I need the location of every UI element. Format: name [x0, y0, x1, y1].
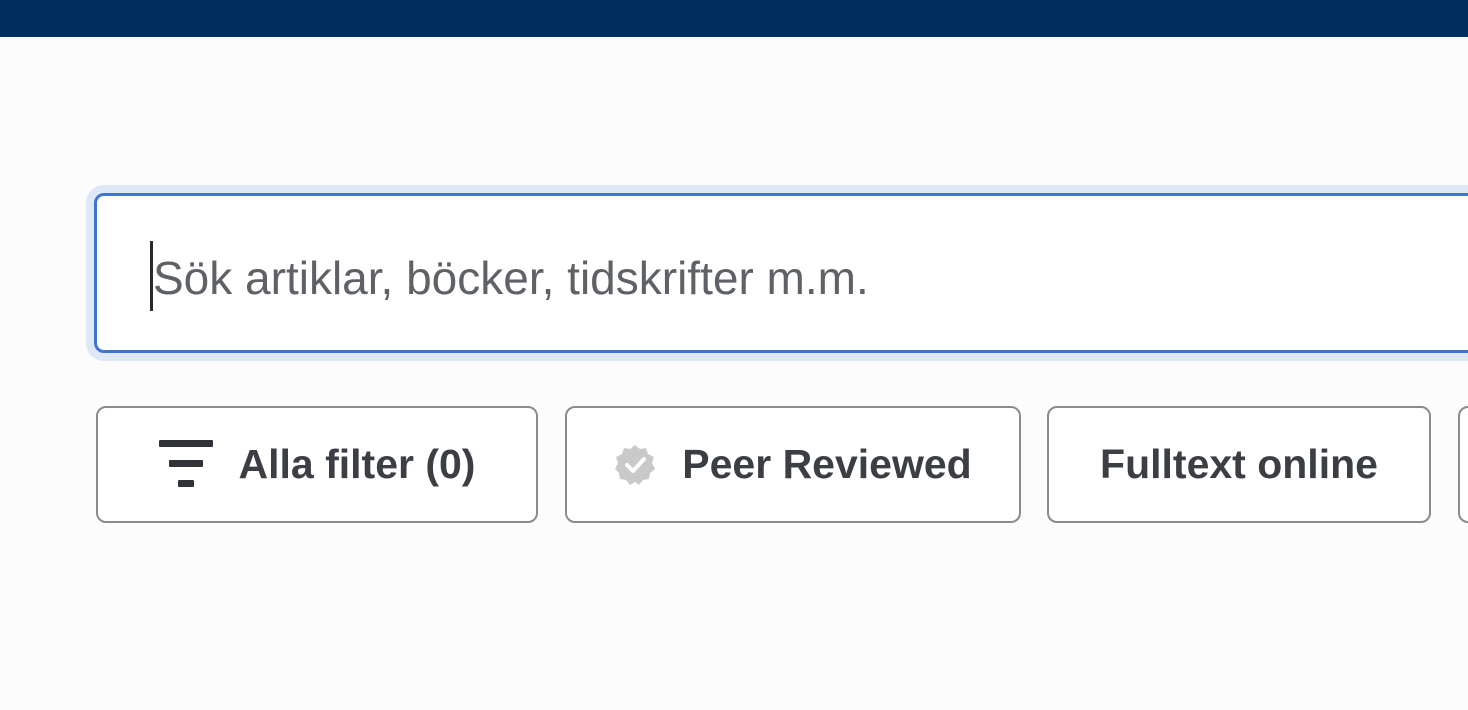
peer-reviewed-label: Peer Reviewed — [682, 441, 972, 487]
fulltext-online-filter-button[interactable]: Fulltext online — [1047, 406, 1431, 523]
peer-reviewed-filter-button[interactable]: Peer Reviewed — [565, 406, 1021, 523]
search-input[interactable] — [150, 240, 1450, 316]
top-header-bar — [0, 0, 1468, 37]
fulltext-online-label: Fulltext online — [1100, 441, 1378, 487]
all-filters-label: Alla filter (0) — [238, 441, 476, 487]
check-badge-icon — [614, 444, 656, 486]
text-cursor — [150, 241, 153, 311]
next-filter-button[interactable] — [1458, 406, 1468, 523]
all-filters-button[interactable]: Alla filter (0) — [96, 406, 538, 523]
filter-icon — [158, 439, 213, 490]
